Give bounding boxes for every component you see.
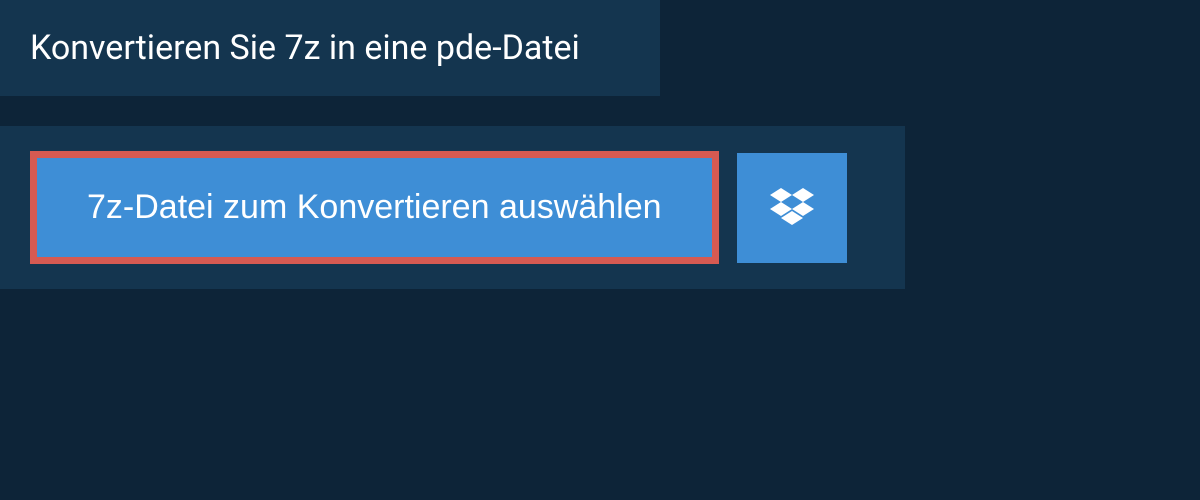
page-title: Konvertieren Sie 7z in eine pde-Datei [30, 28, 630, 68]
select-file-button[interactable]: 7z-Datei zum Konvertieren auswählen [37, 158, 712, 257]
upload-panel: 7z-Datei zum Konvertieren auswählen [0, 126, 905, 289]
header-bar: Konvertieren Sie 7z in eine pde-Datei [0, 0, 660, 96]
dropbox-icon [770, 188, 814, 228]
dropbox-button[interactable] [737, 153, 847, 263]
file-select-highlight: 7z-Datei zum Konvertieren auswählen [30, 151, 719, 264]
